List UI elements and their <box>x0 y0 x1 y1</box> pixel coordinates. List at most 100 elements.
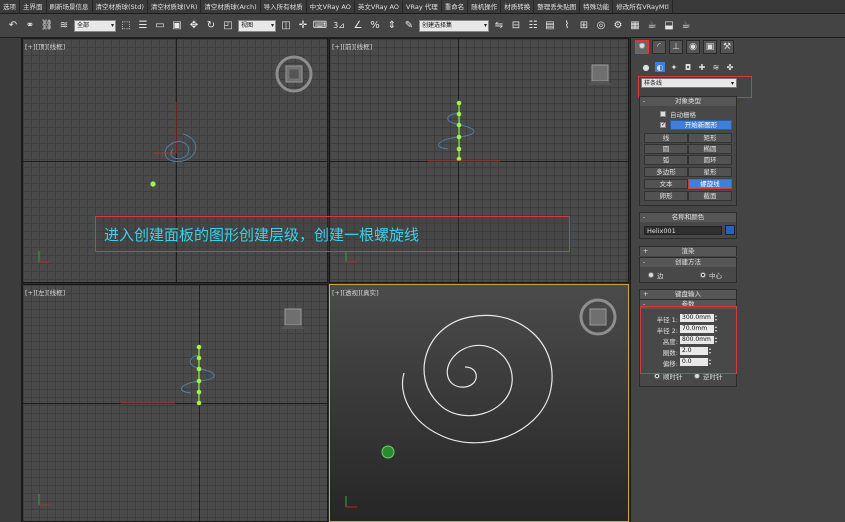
helix-left-view <box>180 354 215 394</box>
helix-front-view <box>438 112 475 150</box>
layer-manager-icon[interactable]: ☷ <box>526 19 540 33</box>
menu-item[interactable]: 清空材质球(Arch) <box>201 0 261 14</box>
vertex-point <box>196 344 202 350</box>
menu-item[interactable]: 修改所有VRayMtl <box>613 0 673 14</box>
graphite-tools-icon[interactable]: ▤ <box>543 19 557 33</box>
edit-named-selection-icon[interactable]: ✎ <box>402 19 416 33</box>
shape-button-rectangle[interactable]: 矩形 <box>688 133 732 143</box>
start-new-shape-button[interactable]: 开始新图形 <box>670 120 732 130</box>
menu-item[interactable]: 刷新场景信息 <box>47 0 93 14</box>
teapot-icon[interactable]: ☕ <box>679 19 693 33</box>
move-icon[interactable]: ✥ <box>187 19 201 33</box>
modify-tab-icon[interactable]: ◜ <box>652 40 666 54</box>
shape-button-section[interactable]: 截面 <box>688 191 732 201</box>
object-name-field[interactable]: Helix001 <box>644 226 722 235</box>
create-tab-icon[interactable]: ✹ <box>635 40 649 54</box>
menu-item[interactable]: 随机操作 <box>468 0 502 14</box>
window-crossing-icon[interactable]: ▣ <box>170 19 184 33</box>
rollout-header[interactable]: - 对象类型 <box>640 97 736 106</box>
select-object-icon[interactable]: ⬚ <box>119 19 133 33</box>
pivot-center-icon[interactable]: ◫ <box>279 19 293 33</box>
vray-frame-buffer-icon[interactable]: ⬓ <box>662 19 676 33</box>
rendered-frame-icon[interactable]: ▦ <box>628 19 642 33</box>
render-setup-icon[interactable]: ⚙ <box>611 19 625 33</box>
object-color-swatch[interactable] <box>725 225 735 235</box>
start-new-shape-checkbox[interactable]: ✓ <box>660 122 666 128</box>
spinner-snap-icon[interactable]: ⇕ <box>385 19 399 33</box>
vertex-point <box>456 111 462 117</box>
reference-coord-select[interactable]: 视图 ▾ <box>238 19 276 32</box>
shape-button-ellipse[interactable]: 椭圆 <box>688 144 732 154</box>
shape-button-text[interactable]: 文本 <box>644 179 688 189</box>
systems-icon[interactable]: ✤ <box>725 62 735 72</box>
vertex-point <box>150 181 156 187</box>
mirror-icon[interactable]: ⇋ <box>492 19 506 33</box>
rendering-rollout: + 渲染 <box>639 246 737 256</box>
shape-button-helix[interactable]: 螺旋线 <box>688 179 732 189</box>
shape-button-star[interactable]: 星形 <box>688 167 732 177</box>
helpers-icon[interactable]: ✚ <box>697 62 707 72</box>
keyboard-shortcut-icon[interactable]: ⌨ <box>313 19 327 33</box>
viewport-perspective[interactable]: [+][透视][真实] <box>329 284 629 522</box>
shape-button-donut[interactable]: 圆环 <box>688 155 732 165</box>
snap-toggle-icon[interactable]: 3 ⊿ <box>330 19 348 33</box>
lights-icon[interactable]: ✦ <box>669 62 679 72</box>
menu-item[interactable]: 清空材质球(VR) <box>148 0 202 14</box>
select-manipulate-icon[interactable]: ✛ <box>296 19 310 33</box>
geometry-icon[interactable]: ● <box>641 62 651 72</box>
menu-item[interactable]: 重命名 <box>442 0 469 14</box>
percent-snap-icon[interactable]: % <box>368 19 382 33</box>
angle-snap-icon[interactable]: ∠ <box>351 19 365 33</box>
render-production-icon[interactable]: ☕ <box>645 19 659 33</box>
main-toolbar: ↶ ⚭ ⛓ ≋ 全部 ▾ ⬚ ☰ ▭ ▣ ✥ ↻ ◰ 视图 ▾ ◫ ✛ ⌨ 3 ⊿ ∠… <box>0 14 845 38</box>
rollout-header[interactable]: - 创建方法 <box>640 258 736 267</box>
select-by-name-icon[interactable]: ☰ <box>136 19 150 33</box>
utilities-tab-icon[interactable]: ⚒ <box>720 40 734 54</box>
shape-button-circle[interactable]: 圆 <box>644 144 688 154</box>
motion-tab-icon[interactable]: ◉ <box>686 40 700 54</box>
menu-item[interactable]: 主界面 <box>20 0 47 14</box>
menu-item[interactable]: 材质转换 <box>501 0 535 14</box>
menu-item[interactable]: 清空材质球(Std) <box>93 0 148 14</box>
align-icon[interactable]: ⊟ <box>509 19 523 33</box>
rollout-header[interactable]: + 键盘输入 <box>640 290 736 299</box>
creation-edge-radio[interactable] <box>648 272 654 278</box>
bind-spacewarp-icon[interactable]: ≋ <box>57 19 71 33</box>
material-editor-icon[interactable]: ◎ <box>594 19 608 33</box>
viewcube <box>591 64 609 82</box>
menu-item[interactable]: 特殊功能 <box>580 0 614 14</box>
rect-selection-icon[interactable]: ▭ <box>153 19 167 33</box>
rotate-icon[interactable]: ↻ <box>204 19 218 33</box>
schematic-view-icon[interactable]: ⊞ <box>577 19 591 33</box>
rollout-header[interactable]: + 渲染 <box>640 247 736 256</box>
shape-button-ngon[interactable]: 多边形 <box>644 167 688 177</box>
spacewarps-icon[interactable]: ≋ <box>711 62 721 72</box>
auto-grid-checkbox[interactable] <box>660 111 666 117</box>
hierarchy-tab-icon[interactable]: ⊥ <box>669 40 683 54</box>
scale-icon[interactable]: ◰ <box>221 19 235 33</box>
display-tab-icon[interactable]: ▣ <box>703 40 717 54</box>
shape-button-arc[interactable]: 弧 <box>644 155 688 165</box>
menu-item[interactable]: 英文VRay AO <box>355 0 404 14</box>
named-selection-set-select[interactable]: 创建选择集 ▾ <box>419 19 489 32</box>
menu-item[interactable]: 选项 <box>0 0 20 14</box>
curve-editor-icon[interactable]: ⌇ <box>560 19 574 33</box>
unlink-icon[interactable]: ⛓ <box>40 19 54 33</box>
cameras-icon[interactable]: ◘ <box>683 62 693 72</box>
viewport-left[interactable]: [+][左][线框] <box>22 284 328 522</box>
shape-button-egg[interactable]: 卵形 <box>644 191 688 201</box>
selection-filter-select[interactable]: 全部 ▾ <box>74 19 116 32</box>
menu-item[interactable]: VRay 代理 <box>403 0 442 14</box>
shape-category-select[interactable]: 样条线 ▾ <box>641 78 737 88</box>
creation-center-radio[interactable] <box>700 272 706 278</box>
menu-item[interactable]: 导入所有材质 <box>261 0 307 14</box>
shapes-icon[interactable]: ◐ <box>655 62 665 72</box>
menu-item[interactable]: 整理丢失贴图 <box>534 0 581 14</box>
link-icon[interactable]: ⚭ <box>23 19 37 33</box>
viewcube <box>284 308 302 326</box>
rollout-header[interactable]: - 名称和颜色 <box>640 213 736 222</box>
shape-button-line[interactable]: 线 <box>644 133 688 143</box>
menu-item[interactable]: 中文VRay AO <box>307 0 355 14</box>
viewcube <box>589 308 607 326</box>
undo-icon[interactable]: ↶ <box>6 19 20 33</box>
